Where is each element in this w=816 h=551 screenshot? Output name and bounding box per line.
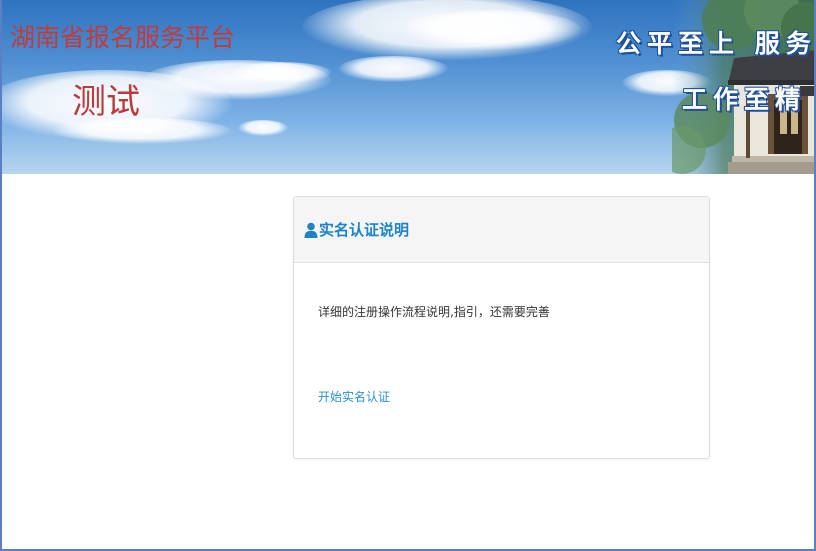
cloud-decoration — [232, 62, 332, 84]
verification-card: 实名认证说明 详细的注册操作流程说明,指引，还需要完善 开始实名认证 — [293, 196, 710, 459]
cloud-decoration — [238, 120, 288, 136]
card-description: 详细的注册操作流程说明,指引，还需要完善 — [318, 305, 550, 319]
card-title: 实名认证说明 — [319, 221, 410, 239]
cloud-decoration — [402, 10, 582, 50]
environment-label: 测试 — [72, 82, 140, 122]
slogan-line-2: 工作至精 — [682, 85, 807, 114]
site-title: 湖南省报名服务平台 — [10, 23, 236, 52]
start-verification-link[interactable]: 开始实名认证 — [318, 388, 390, 405]
slogan-line-1: 公平至上 服务 — [616, 29, 816, 58]
user-icon — [304, 222, 318, 238]
card-body: 详细的注册操作流程说明,指引，还需要完善 开始实名认证 — [294, 263, 709, 459]
page-frame: 湖南省报名服务平台 测试 公平至上 服务 工作至精 实名认证说明 详细的注册操作… — [0, 0, 816, 551]
card-header: 实名认证说明 — [294, 197, 709, 263]
header-banner: 湖南省报名服务平台 测试 公平至上 服务 工作至精 — [2, 0, 816, 174]
cloud-decoration — [338, 56, 448, 82]
